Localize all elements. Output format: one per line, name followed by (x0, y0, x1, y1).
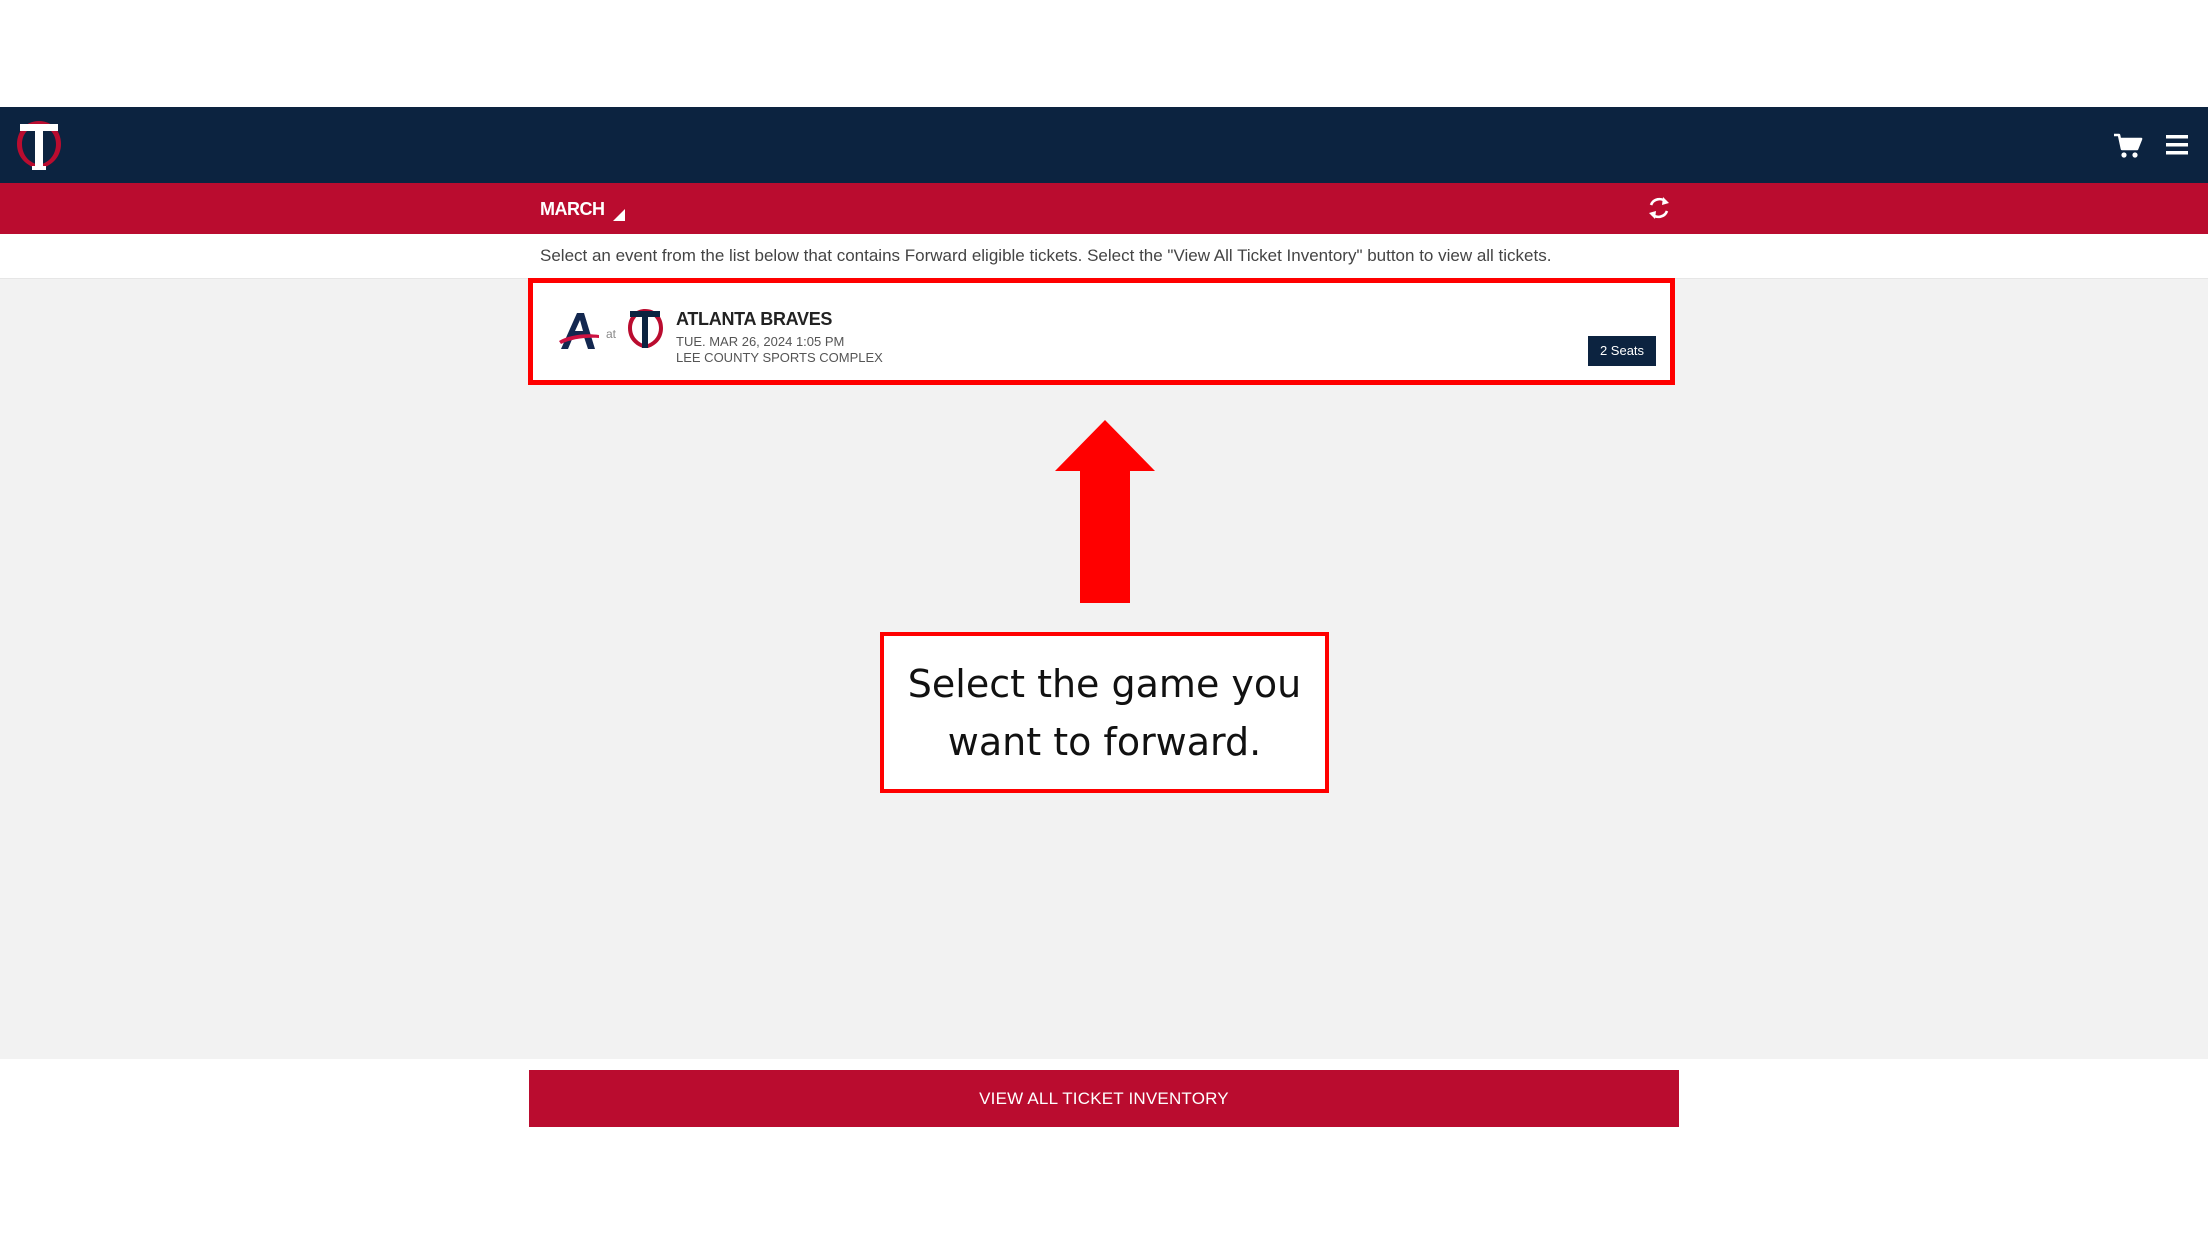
month-dropdown-label: MARCH (540, 198, 605, 219)
at-label: at (606, 327, 617, 341)
shopping-cart-icon[interactable] (2113, 133, 2143, 159)
refresh-icon[interactable] (1647, 195, 1671, 221)
event-highlight-frame: at ATLANTA BRAVES TUE. MAR 26, 2024 1:05… (528, 278, 1675, 385)
hamburger-menu-icon[interactable] (2164, 133, 2190, 157)
instruction-text: Select an event from the list below that… (540, 246, 1552, 265)
seats-badge: 2 Seats (1588, 336, 1656, 366)
instruction-strip: Select an event from the list below that… (0, 234, 2208, 278)
event-card[interactable]: at ATLANTA BRAVES TUE. MAR 26, 2024 1:05… (539, 289, 1664, 374)
twins-tc-logo-icon[interactable] (12, 117, 66, 173)
month-dropdown[interactable]: MARCH (540, 196, 625, 222)
arrow-up-icon (1055, 420, 1155, 603)
event-venue: LEE COUNTY SPORTS COMPLEX (676, 350, 883, 365)
caret-down-icon (612, 209, 625, 221)
page: MARCH Select an event from the list belo… (0, 0, 2208, 1242)
top-nav-bar (0, 107, 2208, 183)
view-all-ticket-inventory-button[interactable]: VIEW ALL TICKET INVENTORY (529, 1070, 1679, 1127)
event-datetime: TUE. MAR 26, 2024 1:05 PM (676, 334, 845, 349)
twins-tc-logo-icon (628, 309, 663, 348)
annotation-callout-text: Select the game you want to forward. (907, 661, 1302, 764)
event-title: ATLANTA BRAVES (676, 309, 833, 329)
braves-a-logo-icon (559, 313, 599, 349)
annotation-callout: Select the game you want to forward. (880, 632, 1329, 793)
month-bar: MARCH (0, 183, 2208, 234)
